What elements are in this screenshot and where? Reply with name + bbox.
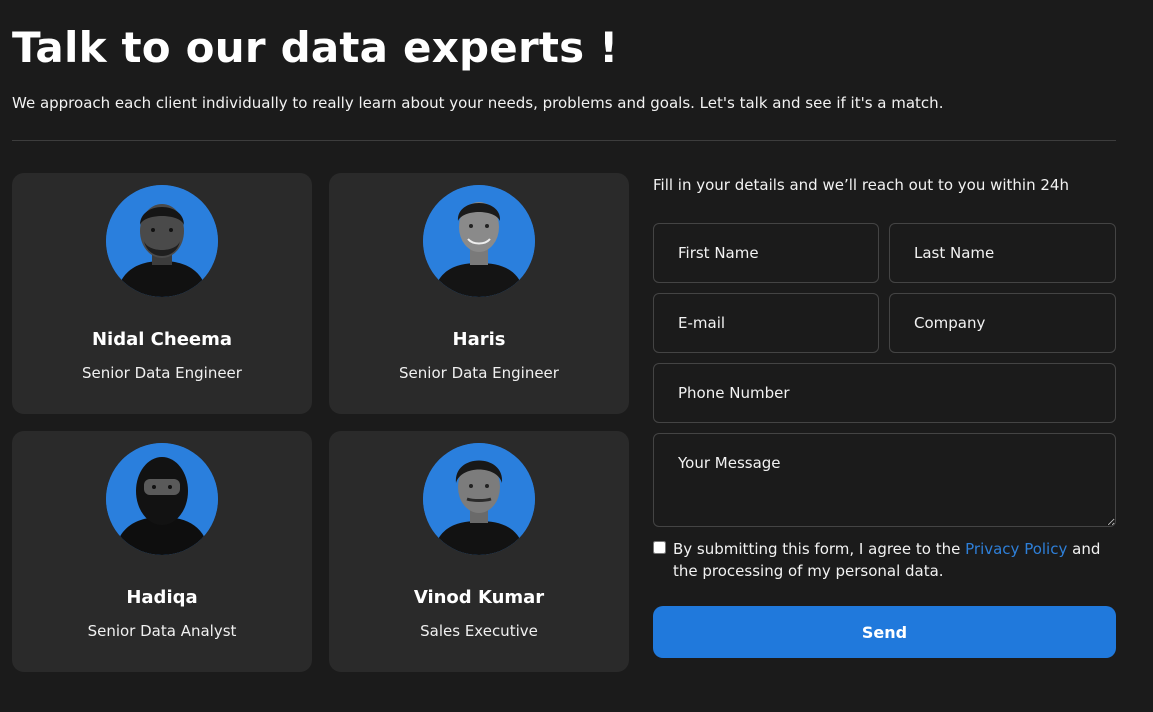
team-card-hadiqa: Hadiqa Senior Data Analyst	[12, 431, 312, 672]
contact-page: Talk to our data experts ! We approach e…	[0, 0, 1153, 712]
first-name-input[interactable]	[653, 223, 879, 283]
team-card-nidal-cheema: Nidal Cheema Senior Data Engineer	[12, 173, 312, 414]
profile-photo-icon	[423, 443, 535, 555]
member-role: Sales Executive	[420, 622, 538, 640]
divider	[12, 140, 1116, 141]
page-subtitle: We approach each client individually to …	[12, 94, 944, 112]
privacy-policy-link[interactable]: Privacy Policy	[965, 540, 1067, 558]
avatar	[106, 185, 218, 297]
profile-photo-icon	[423, 185, 535, 297]
phone-number-input[interactable]	[653, 363, 1116, 423]
team-card-haris: Haris Senior Data Engineer	[329, 173, 629, 414]
last-name-input[interactable]	[889, 223, 1116, 283]
profile-photo-icon	[106, 185, 218, 297]
consent-text: By submitting this form, I agree to the …	[673, 538, 1113, 582]
member-name: Haris	[452, 329, 506, 350]
company-input[interactable]	[889, 293, 1116, 353]
consent-checkbox[interactable]	[653, 541, 666, 554]
team-card-vinod-kumar: Vinod Kumar Sales Executive	[329, 431, 629, 672]
avatar	[423, 185, 535, 297]
page-title: Talk to our data experts !	[12, 23, 619, 72]
avatar	[423, 443, 535, 555]
member-role: Senior Data Analyst	[87, 622, 237, 640]
consent-row: By submitting this form, I agree to the …	[653, 538, 1116, 584]
member-name: Nidal Cheema	[91, 329, 233, 350]
consent-text-before: By submitting this form, I agree to the	[673, 540, 966, 558]
avatar	[106, 443, 218, 555]
member-name: Hadiqa	[126, 587, 198, 608]
profile-photo-icon	[106, 443, 218, 555]
member-role: Senior Data Engineer	[399, 364, 559, 382]
member-name: Vinod Kumar	[413, 587, 545, 608]
member-role: Senior Data Engineer	[82, 364, 242, 382]
form-intro: Fill in your details and we’ll reach out…	[653, 176, 1069, 194]
email-input[interactable]	[653, 293, 879, 353]
send-button[interactable]: Send	[653, 606, 1116, 658]
message-textarea[interactable]	[653, 433, 1116, 527]
